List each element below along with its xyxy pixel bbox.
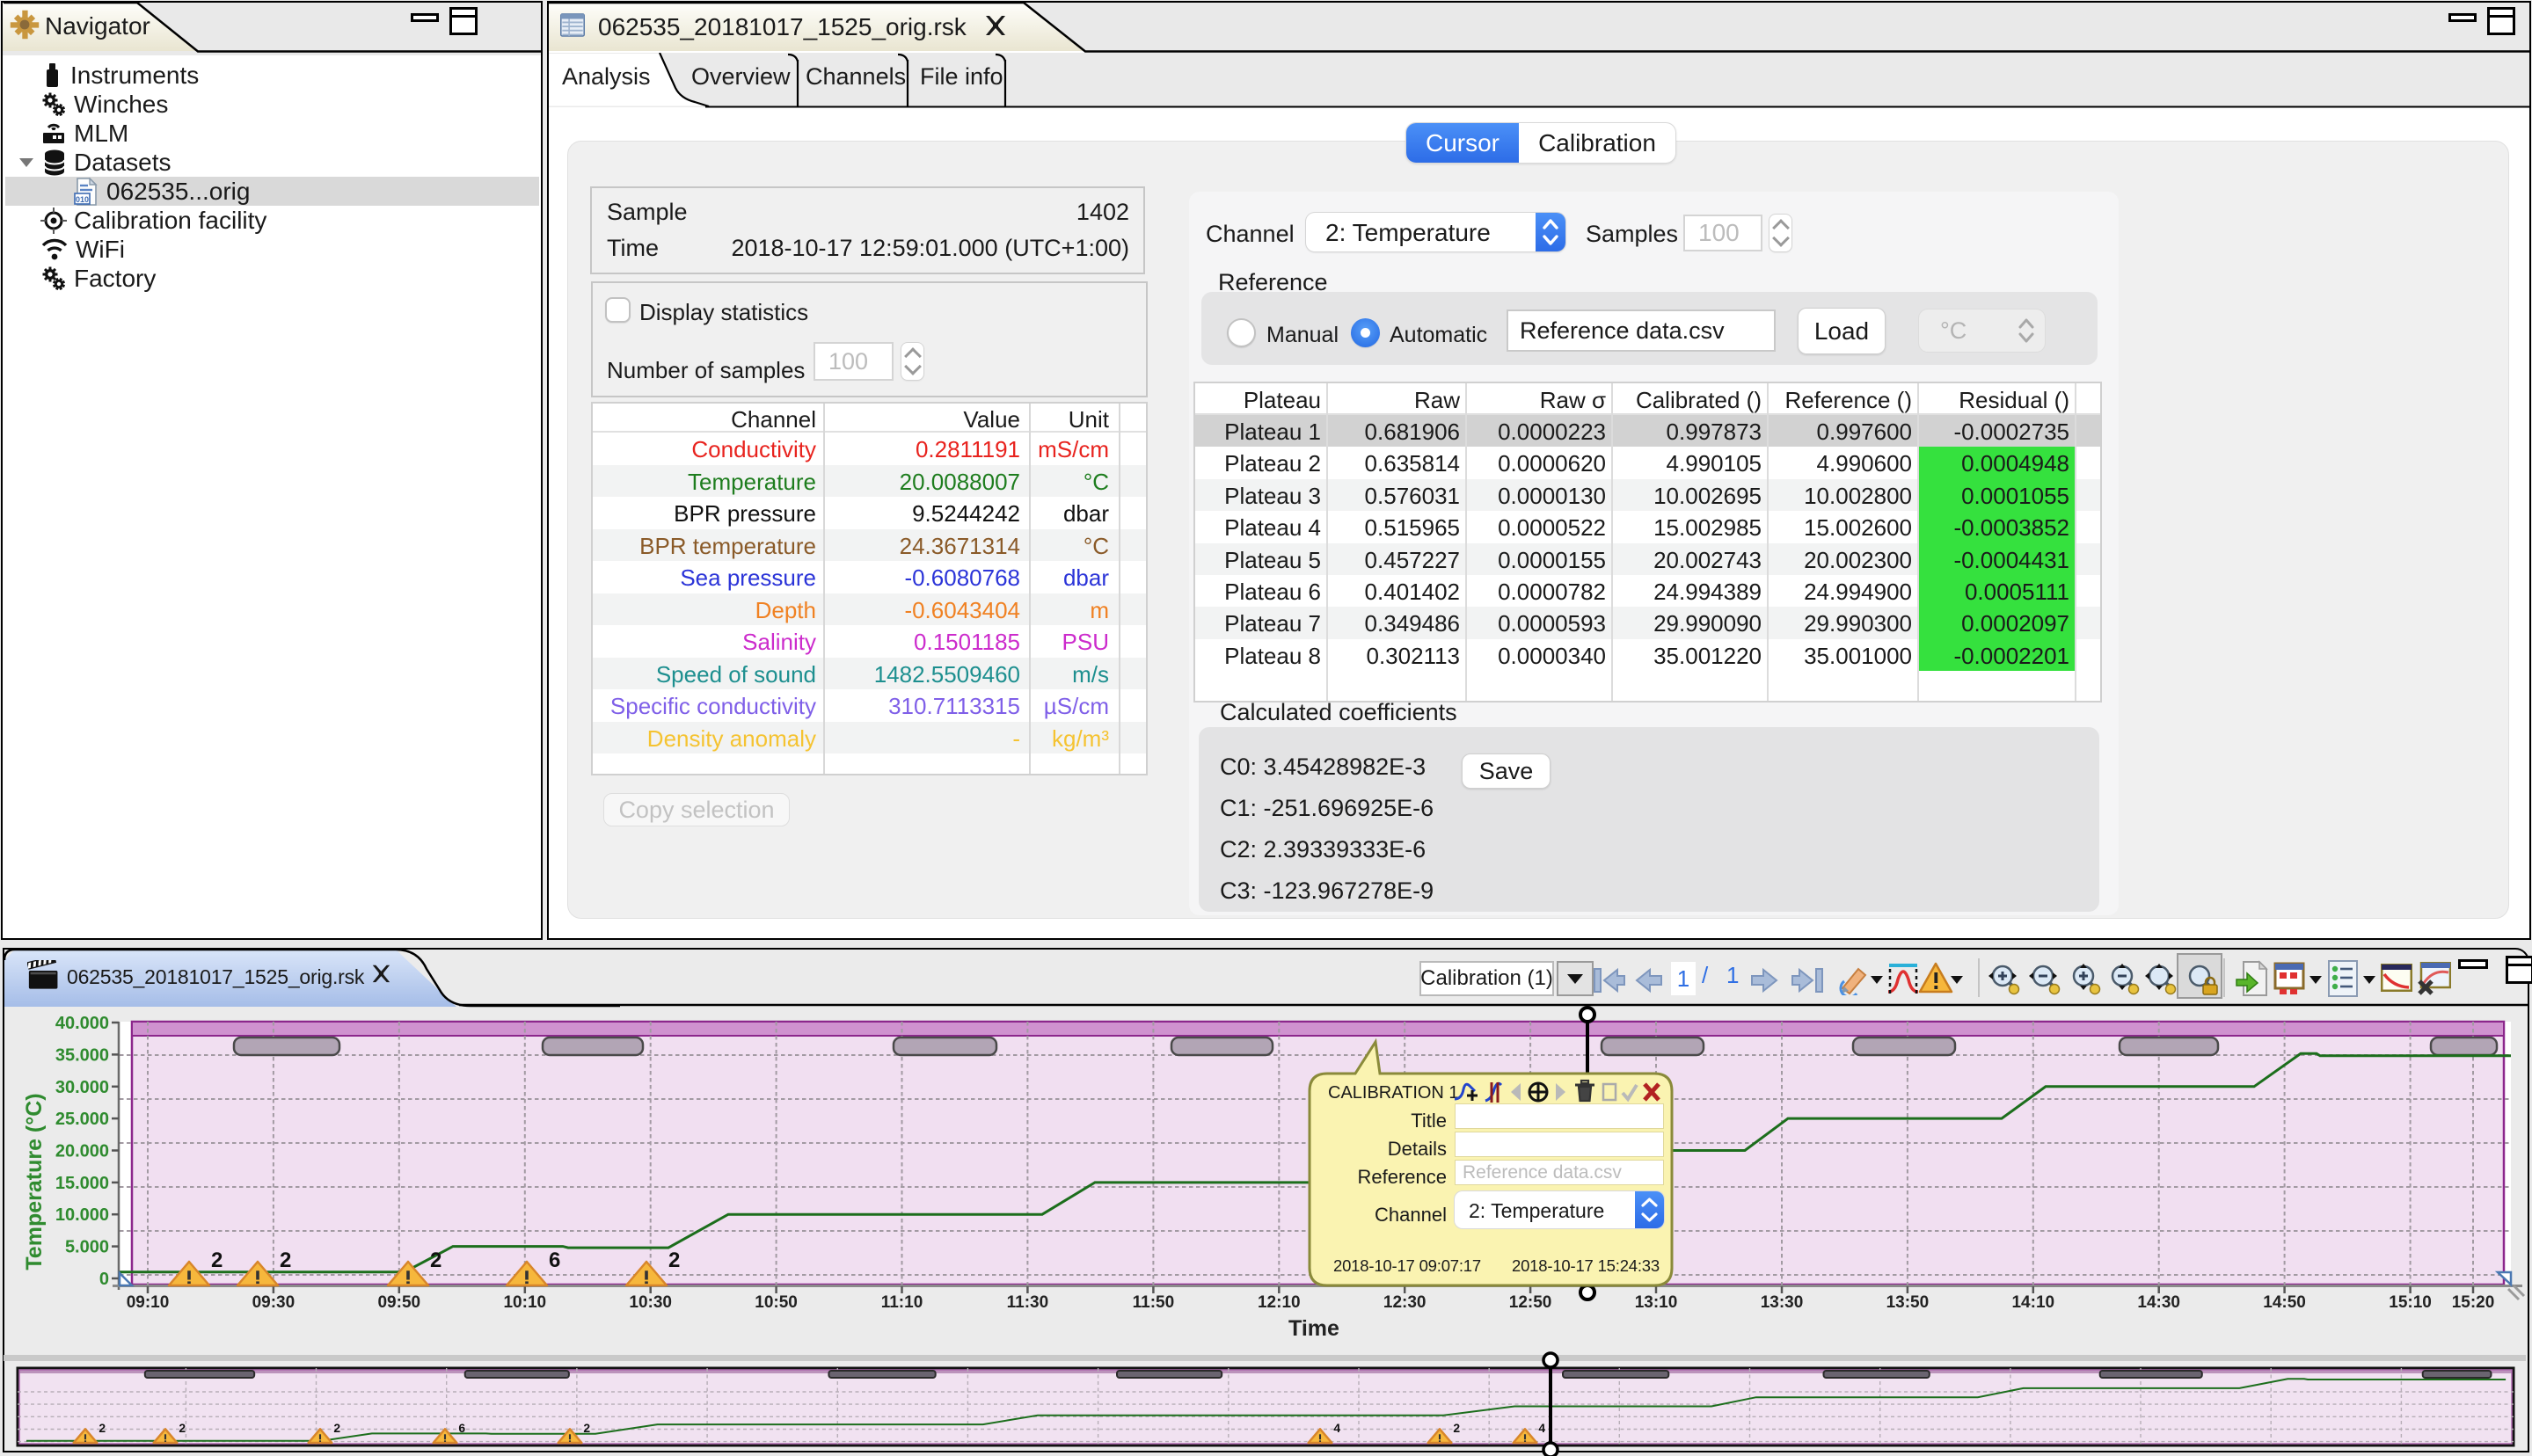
svg-text:010: 010 — [76, 195, 89, 204]
